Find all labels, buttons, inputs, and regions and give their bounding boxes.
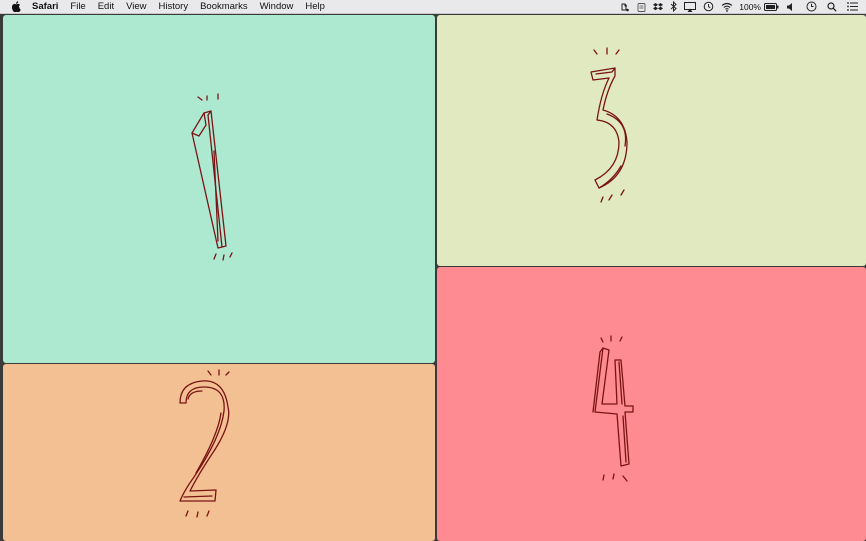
clock-icon[interactable] [806,0,817,14]
notification-center-icon[interactable] [847,0,858,14]
panel-1[interactable] [3,15,435,363]
numeral-3 [590,47,628,203]
battery-percent: 100% [739,1,761,12]
evernote-icon[interactable] [620,0,630,14]
panel-2[interactable] [3,364,435,541]
menu-window[interactable]: Window [254,0,300,14]
panel-3[interactable] [437,15,866,266]
spotlight-search-icon[interactable] [827,0,837,14]
menu-history[interactable]: History [153,0,195,14]
bluetooth-icon[interactable] [670,0,677,14]
wifi-icon[interactable] [721,0,733,14]
volume-icon[interactable] [786,0,796,14]
dropbox-icon[interactable] [653,0,664,14]
menu-view[interactable]: View [120,0,152,14]
menu-file[interactable]: File [64,0,91,14]
numeral-2 [179,369,230,518]
clipboard-icon[interactable] [637,0,646,14]
apple-logo-icon[interactable] [10,1,22,13]
numeral-1 [191,93,233,261]
menu-bar: Safari File Edit View History Bookmarks … [0,0,866,14]
menu-safari[interactable]: Safari [32,0,64,14]
time-machine-icon[interactable] [703,0,714,14]
battery-icon[interactable] [764,0,779,14]
panel-4[interactable] [437,267,866,541]
numeral-4 [592,335,634,482]
airplay-icon[interactable] [684,0,697,14]
menu-edit[interactable]: Edit [92,0,120,14]
menu-bookmarks[interactable]: Bookmarks [194,0,254,14]
menu-help[interactable]: Help [299,0,331,14]
